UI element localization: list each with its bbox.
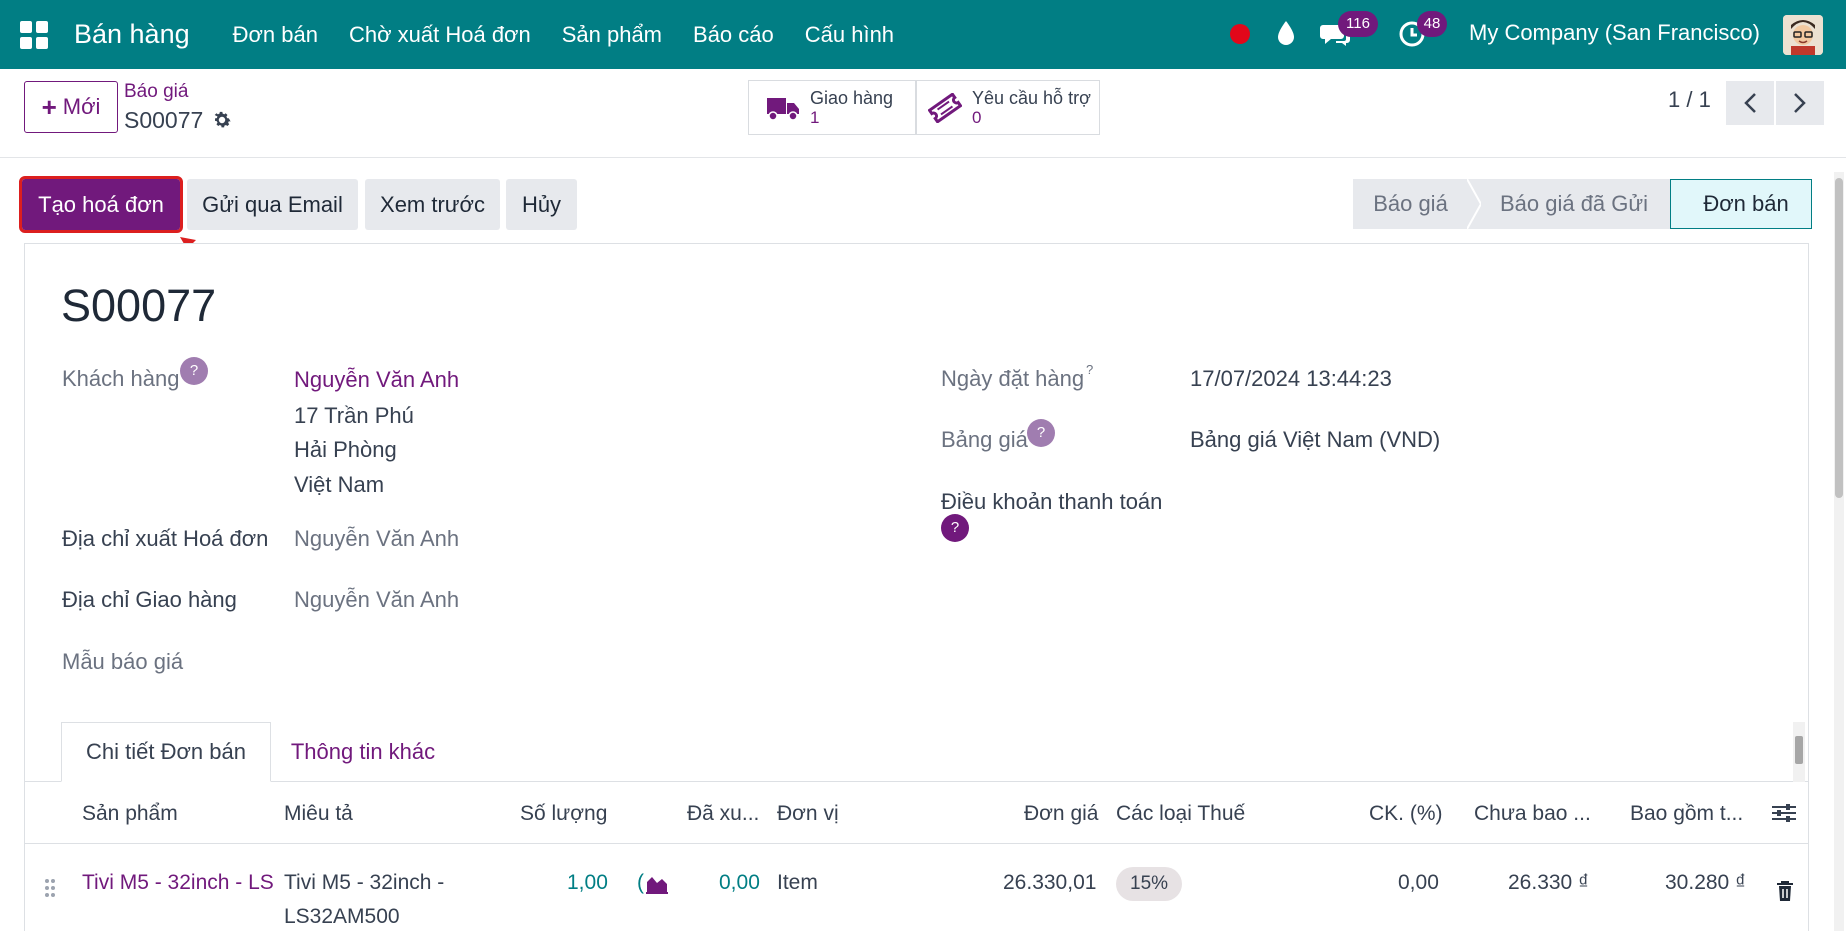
create-invoice-button[interactable]: Tạo hoá đơn: [22, 179, 180, 230]
inner-scrollbar[interactable]: [1793, 722, 1805, 782]
status-separator-icon: [1467, 179, 1481, 229]
invoice-address-label: Địa chỉ xuất Hoá đơn: [62, 526, 268, 552]
table-row[interactable]: Tivi M5 - 32inch - LS Tivi M5 - 32inch -…: [25, 844, 1808, 931]
cancel-button[interactable]: Hủy: [506, 179, 577, 230]
ticket-icon: [928, 93, 962, 123]
user-avatar[interactable]: [1783, 15, 1823, 55]
delivery-address-field[interactable]: Nguyễn Văn Anh: [294, 587, 459, 613]
pager-value[interactable]: 1 / 1: [1668, 87, 1711, 113]
smart-button-tickets[interactable]: Yêu cầu hỗ trợ 0: [916, 80, 1100, 135]
chevron-right-icon: [1793, 92, 1807, 114]
col-product[interactable]: Sản phẩm: [82, 802, 178, 826]
col-quantity[interactable]: Số lượng: [520, 802, 607, 826]
plus-icon: +: [42, 92, 57, 123]
notebook-tabs: Chi tiết Đơn bán Thông tin khác: [25, 722, 1808, 782]
col-unit-price[interactable]: Đơn giá: [1024, 802, 1098, 826]
line-quantity-suffix: (: [637, 871, 644, 895]
line-uom[interactable]: Item: [777, 871, 818, 895]
truck-icon: [766, 95, 800, 121]
chat-count-badge: 116: [1338, 11, 1378, 37]
menu-item-reporting[interactable]: Báo cáo: [693, 22, 774, 48]
drop-icon[interactable]: [1276, 20, 1296, 46]
tab-order-lines[interactable]: Chi tiết Đơn bán: [61, 722, 271, 782]
form-sheet: S00077 Khách hàng ? Nguyễn Văn Anh 17 Tr…: [24, 243, 1809, 931]
smart-button-delivery[interactable]: Giao hàng 1: [748, 80, 916, 135]
record-icon[interactable]: [1230, 24, 1250, 44]
line-discount[interactable]: 0,00: [1398, 871, 1439, 895]
col-total[interactable]: Bao gồm t...: [1630, 802, 1743, 826]
smart-delivery-count: 1: [810, 108, 893, 128]
status-bar: Báo giá Báo giá đã Gửi Đơn bán: [1353, 179, 1812, 229]
status-sales-order[interactable]: Đơn bán: [1670, 179, 1812, 229]
tab-other-info[interactable]: Thông tin khác: [273, 722, 453, 782]
line-description-2[interactable]: LS32AM500: [284, 905, 400, 929]
customer-address-country: Việt Nam: [294, 472, 384, 498]
customer-help-icon[interactable]: ?: [180, 357, 208, 385]
trash-icon[interactable]: [1776, 880, 1794, 902]
main-menu: Đơn bán Chờ xuất Hoá đơn Sản phẩm Báo cá…: [202, 22, 894, 48]
line-description-1[interactable]: Tivi M5 - 32inch -: [284, 871, 444, 895]
pager-previous-button[interactable]: [1726, 81, 1774, 125]
col-uom[interactable]: Đơn vị: [777, 802, 839, 826]
order-date-label: Ngày đặt hàng: [941, 366, 1084, 392]
breadcrumb-parent[interactable]: Báo giá: [124, 81, 188, 103]
forecast-chart-icon[interactable]: [645, 874, 669, 894]
action-bar: Tạo hoá đơn Gửi qua Email Xem trước Hủy …: [0, 158, 1846, 238]
col-delivered[interactable]: Đã xu...: [687, 802, 759, 826]
col-subtotal[interactable]: Chưa bao ...: [1474, 802, 1591, 826]
chevron-left-icon: [1743, 92, 1757, 114]
drag-handle-icon[interactable]: [43, 877, 57, 899]
control-panel: + Mới Báo giá S00077 Giao hàng 1 Yêu cầu…: [0, 69, 1846, 158]
col-taxes[interactable]: Các loại Thuế: [1116, 802, 1245, 826]
pricelist-help-icon[interactable]: ?: [1027, 419, 1055, 447]
menu-item-configuration[interactable]: Cấu hình: [805, 22, 894, 48]
line-tax-tag[interactable]: 15%: [1116, 867, 1182, 901]
smart-ticket-label: Yêu cầu hỗ trợ: [972, 88, 1091, 108]
status-quotation-sent[interactable]: Báo giá đã Gửi: [1468, 179, 1670, 229]
menu-item-products[interactable]: Sản phẩm: [562, 22, 662, 48]
col-discount[interactable]: CK. (%): [1369, 802, 1443, 826]
customer-address-street: 17 Trần Phú: [294, 403, 414, 429]
preview-button[interactable]: Xem trước: [365, 179, 500, 230]
order-date-tooltip-mark[interactable]: ?: [1086, 362, 1093, 377]
column-settings-icon[interactable]: [1771, 802, 1797, 824]
line-subtotal: 26.330 ₫: [1508, 871, 1589, 895]
customer-label: Khách hàng: [62, 366, 179, 392]
pager-next-button[interactable]: [1776, 81, 1824, 125]
line-total: 30.280 ₫: [1665, 871, 1746, 895]
line-delivered: 0,00: [719, 871, 760, 895]
quotation-template-label: Mẫu báo giá: [62, 649, 183, 675]
menu-item-to-invoice[interactable]: Chờ xuất Hoá đơn: [349, 22, 531, 48]
breadcrumb-current: S00077: [124, 107, 203, 134]
top-navbar: Bán hàng Đơn bán Chờ xuất Hoá đơn Sản ph…: [0, 0, 1846, 69]
smart-delivery-label: Giao hàng: [810, 88, 893, 108]
payment-terms-help-icon[interactable]: ?: [941, 514, 969, 542]
line-unit-price[interactable]: 26.330,01: [1003, 871, 1096, 895]
customer-address-city: Hải Phòng: [294, 437, 397, 463]
record-title: S00077: [61, 280, 216, 332]
gear-icon[interactable]: [211, 109, 233, 131]
app-brand[interactable]: Bán hàng: [74, 19, 190, 50]
new-button[interactable]: + Mới: [24, 81, 118, 133]
smart-ticket-count: 0: [972, 108, 1091, 128]
new-button-label: Mới: [63, 94, 101, 120]
menu-item-orders[interactable]: Đơn bán: [233, 22, 318, 48]
company-switcher[interactable]: My Company (San Francisco): [1469, 20, 1760, 46]
delivery-address-label: Địa chỉ Giao hàng: [62, 587, 237, 613]
pricelist-label: Bảng giá: [941, 427, 1028, 453]
col-description[interactable]: Miêu tả: [284, 802, 353, 826]
customer-field[interactable]: Nguyễn Văn Anh: [294, 367, 459, 393]
send-email-button[interactable]: Gửi qua Email: [187, 179, 358, 230]
pricelist-field[interactable]: Bảng giá Việt Nam (VND): [1190, 427, 1440, 453]
line-quantity[interactable]: 1,00: [567, 871, 608, 895]
line-product[interactable]: Tivi M5 - 32inch - LS: [82, 871, 278, 895]
order-lines-header: Sản phẩm Miêu tả Số lượng Đã xu... Đơn v…: [25, 782, 1808, 844]
page-scrollbar[interactable]: [1834, 172, 1844, 931]
status-quotation[interactable]: Báo giá: [1353, 179, 1468, 229]
order-date-field[interactable]: 17/07/2024 13:44:23: [1190, 366, 1392, 392]
activity-count-badge: 48: [1417, 11, 1447, 37]
payment-terms-label: Điều khoản thanh toán: [941, 489, 1162, 515]
apps-menu-icon[interactable]: [20, 21, 48, 49]
invoice-address-field[interactable]: Nguyễn Văn Anh: [294, 526, 459, 552]
